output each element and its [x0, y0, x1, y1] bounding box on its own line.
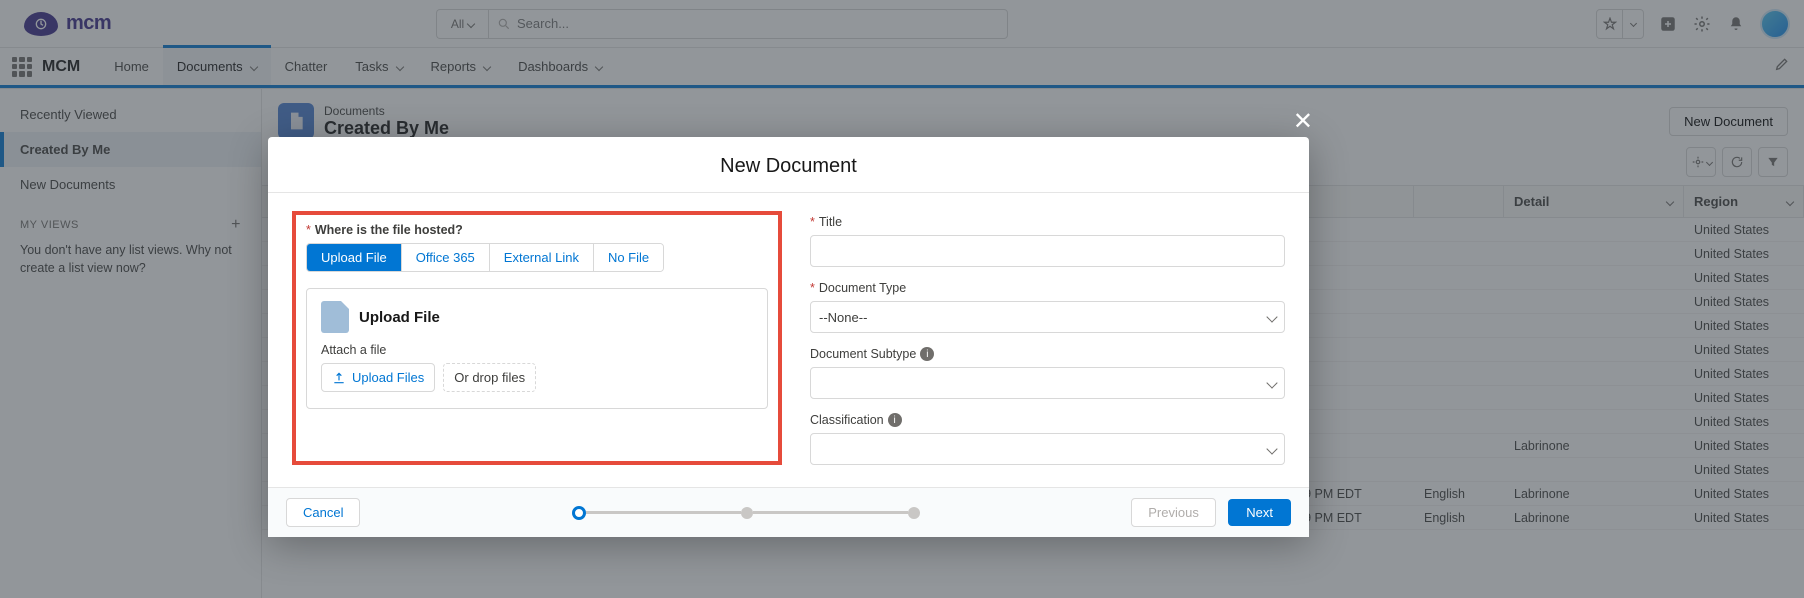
classification-label: Classificationi [810, 413, 1285, 427]
segment-no-file[interactable]: No File [594, 244, 663, 271]
modal-title: New Document [268, 137, 1309, 193]
segment-office-365[interactable]: Office 365 [402, 244, 490, 271]
previous-button[interactable]: Previous [1131, 498, 1216, 527]
step-1-dot[interactable] [572, 506, 586, 520]
modal-footer: Cancel Previous Next [268, 487, 1309, 537]
info-icon[interactable]: i [888, 413, 902, 427]
next-button[interactable]: Next [1228, 499, 1291, 526]
title-input[interactable] [810, 235, 1285, 267]
new-document-modal: ✕ New Document *Where is the file hosted… [268, 137, 1309, 537]
doctype-label: *Document Type [810, 281, 1285, 295]
subtype-select[interactable] [810, 367, 1285, 399]
upload-file-card: Upload File Attach a file Upload Files O… [306, 288, 768, 409]
segment-upload-file[interactable]: Upload File [307, 244, 402, 271]
drop-files-zone[interactable]: Or drop files [443, 363, 536, 392]
upload-card-title: Upload File [359, 309, 440, 326]
chevron-down-icon [1266, 311, 1277, 322]
document-fields: *Title *Document Type --None-- Document … [810, 211, 1285, 465]
step-line [586, 511, 741, 514]
chevron-down-icon [1266, 377, 1277, 388]
step-line [753, 511, 908, 514]
attach-file-label: Attach a file [321, 343, 753, 357]
file-host-section: *Where is the file hosted? Upload File O… [292, 211, 782, 465]
host-segments: Upload File Office 365 External Link No … [306, 243, 664, 272]
segment-external-link[interactable]: External Link [490, 244, 594, 271]
subtype-label: Document Subtypei [810, 347, 1285, 361]
file-hosted-label: *Where is the file hosted? [306, 223, 768, 237]
file-icon [321, 301, 349, 333]
title-label: *Title [810, 215, 1285, 229]
cancel-button[interactable]: Cancel [286, 498, 360, 527]
doctype-select[interactable]: --None-- [810, 301, 1285, 333]
step-3-dot[interactable] [908, 507, 920, 519]
progress-stepper [360, 506, 1131, 520]
upload-files-button[interactable]: Upload Files [321, 363, 435, 392]
upload-files-label: Upload Files [352, 370, 424, 385]
doctype-value: --None-- [819, 310, 867, 325]
chevron-down-icon [1266, 443, 1277, 454]
step-2-dot[interactable] [741, 507, 753, 519]
info-icon[interactable]: i [920, 347, 934, 361]
classification-select[interactable] [810, 433, 1285, 465]
upload-icon [332, 371, 346, 385]
close-icon[interactable]: ✕ [1293, 107, 1313, 136]
